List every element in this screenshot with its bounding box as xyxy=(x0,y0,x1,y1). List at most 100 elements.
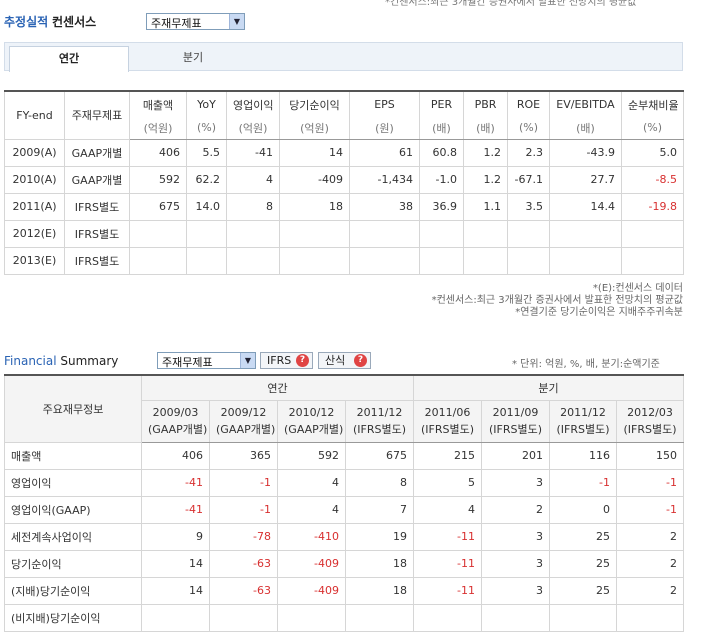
title-consensus: 컨센서스 xyxy=(52,15,97,29)
table-cell xyxy=(226,219,280,248)
col-period: 2010/12 xyxy=(288,406,335,419)
table-cell xyxy=(413,603,482,632)
table-cell xyxy=(279,219,350,248)
formula-button-label: 산식 xyxy=(325,354,346,367)
row-label: 영업이익 xyxy=(4,468,142,497)
table-cell: 5.5 xyxy=(186,138,227,167)
table-cell: 406 xyxy=(141,441,210,470)
table-cell: 4 xyxy=(277,468,346,497)
col-header: 2009/03 (GAAP개별) xyxy=(141,399,210,443)
col-period: 2009/03 xyxy=(152,406,199,419)
note-line: *(E):컨센서스 데이터 xyxy=(592,283,683,294)
table-cell: 116 xyxy=(549,441,617,470)
table-cell: 4 xyxy=(226,165,280,194)
row-label: (지배)당기순이익 xyxy=(4,576,142,605)
row-label: (비지배)당기순이익 xyxy=(4,603,142,632)
col-unit: (원) xyxy=(349,117,420,140)
table-cell: -41 xyxy=(141,495,210,524)
table-cell: 3 xyxy=(481,468,550,497)
table-cell: 14.4 xyxy=(549,192,622,221)
financial-summary-title: Financial Summary xyxy=(4,354,118,368)
table-cell: -11 xyxy=(413,549,482,578)
col-header: PER xyxy=(419,90,464,117)
col-unit: (억원) xyxy=(129,117,187,140)
table-cell: 5.0 xyxy=(621,138,684,167)
col-header: YoY xyxy=(186,90,227,117)
row-period: 2011(A) xyxy=(4,192,65,221)
col-unit: (배) xyxy=(463,117,508,140)
table-cell xyxy=(129,246,187,275)
col-unit: (억원) xyxy=(226,117,280,140)
col-header: 매출액 xyxy=(129,90,187,117)
table-cell: -11 xyxy=(413,576,482,605)
table-cell: -1 xyxy=(549,468,617,497)
tab-quarterly[interactable]: 분기 xyxy=(133,46,253,72)
col-header-statement: 주재무제표 xyxy=(64,90,130,139)
ifrs-button[interactable]: IFRS ? xyxy=(260,352,313,369)
table-cell xyxy=(463,246,508,275)
table-cell: 9 xyxy=(141,522,210,551)
table-cell: -67.1 xyxy=(507,165,550,194)
col-header: 순부채비율 xyxy=(621,90,684,117)
row-label: 영업이익(GAAP) xyxy=(4,495,142,524)
consensus-header-row: FY-end 주재무제표 매출액 YoY 영업이익 당기순이익 EPS PER … xyxy=(4,90,684,139)
col-unit: (억원) xyxy=(279,117,350,140)
select-value: 주재무제표 xyxy=(162,356,213,369)
table-cell: -43.9 xyxy=(549,138,622,167)
summary-group-row: 주요재무정보 연간 분기 xyxy=(4,374,684,443)
formula-button[interactable]: 산식 ? xyxy=(318,352,371,369)
table-cell: 3 xyxy=(481,522,550,551)
consensus-notes: *(E):컨센서스 데이터 *컨센서스:최근 3개월간 증권사에서 발표한 전망… xyxy=(380,283,683,319)
table-cell: 62.2 xyxy=(186,165,227,194)
table-cell xyxy=(463,219,508,248)
table-cell: 675 xyxy=(345,441,414,470)
col-header: 2011/12 (IFRS별도) xyxy=(345,399,414,443)
row-header-title: 주요재무정보 xyxy=(4,374,142,443)
table-cell: -19.8 xyxy=(621,192,684,221)
financial-summary-table: 주요재무정보 연간 분기 2009/03 (GAAP개별) 2009/12 (GAAP… xyxy=(4,374,684,632)
table-cell: 25 xyxy=(549,549,617,578)
col-period: 2009/12 xyxy=(220,406,267,419)
table-cell: 592 xyxy=(277,441,346,470)
table-cell xyxy=(279,246,350,275)
row-label: 당기순이익 xyxy=(4,549,142,578)
table-cell xyxy=(481,603,550,632)
table-cell: 2 xyxy=(616,549,684,578)
table-cell: 18 xyxy=(345,549,414,578)
table-cell: 2 xyxy=(616,576,684,605)
consensus-statement-select[interactable]: 주재무제표 ▼ xyxy=(146,13,245,30)
table-cell: 3 xyxy=(481,576,550,605)
col-basis: (GAAP개별) xyxy=(284,423,344,436)
consensus-section-title: 추정실적 컨센서스 xyxy=(4,13,96,30)
col-period: 2011/12 xyxy=(356,406,403,419)
table-row: (비지배)당기순이익 xyxy=(4,603,684,632)
table-cell: 592 xyxy=(129,165,187,194)
summary-statement-select[interactable]: 주재무제표 ▼ xyxy=(157,352,256,369)
group-quarterly: 분기 xyxy=(413,374,684,401)
table-cell: -63 xyxy=(209,549,278,578)
table-cell: -409 xyxy=(277,549,346,578)
title-financial: Financial xyxy=(4,354,57,368)
col-period: 2011/12 xyxy=(560,406,606,419)
table-cell xyxy=(616,603,684,632)
tab-annual[interactable]: 연간 xyxy=(9,46,129,72)
table-cell: 19 xyxy=(345,522,414,551)
table-cell xyxy=(186,246,227,275)
col-header: 2011/12 (IFRS별도) xyxy=(549,399,617,443)
col-period: 2011/06 xyxy=(424,406,471,419)
help-icon: ? xyxy=(354,354,367,367)
row-period: 2012(E) xyxy=(4,219,65,248)
consensus-table: FY-end 주재무제표 매출액 YoY 영업이익 당기순이익 EPS PER … xyxy=(4,90,684,275)
table-cell xyxy=(507,246,550,275)
table-cell: 215 xyxy=(413,441,482,470)
table-cell: 2 xyxy=(616,522,684,551)
col-header: 영업이익 xyxy=(226,90,280,117)
table-cell xyxy=(419,246,464,275)
table-cell: -1 xyxy=(209,495,278,524)
table-cell: 3 xyxy=(481,549,550,578)
select-value: 주재무제표 xyxy=(151,17,202,30)
table-cell: 60.8 xyxy=(419,138,464,167)
table-cell: 150 xyxy=(616,441,684,470)
col-header-fyend: FY-end xyxy=(4,90,65,139)
table-cell: -1.0 xyxy=(419,165,464,194)
